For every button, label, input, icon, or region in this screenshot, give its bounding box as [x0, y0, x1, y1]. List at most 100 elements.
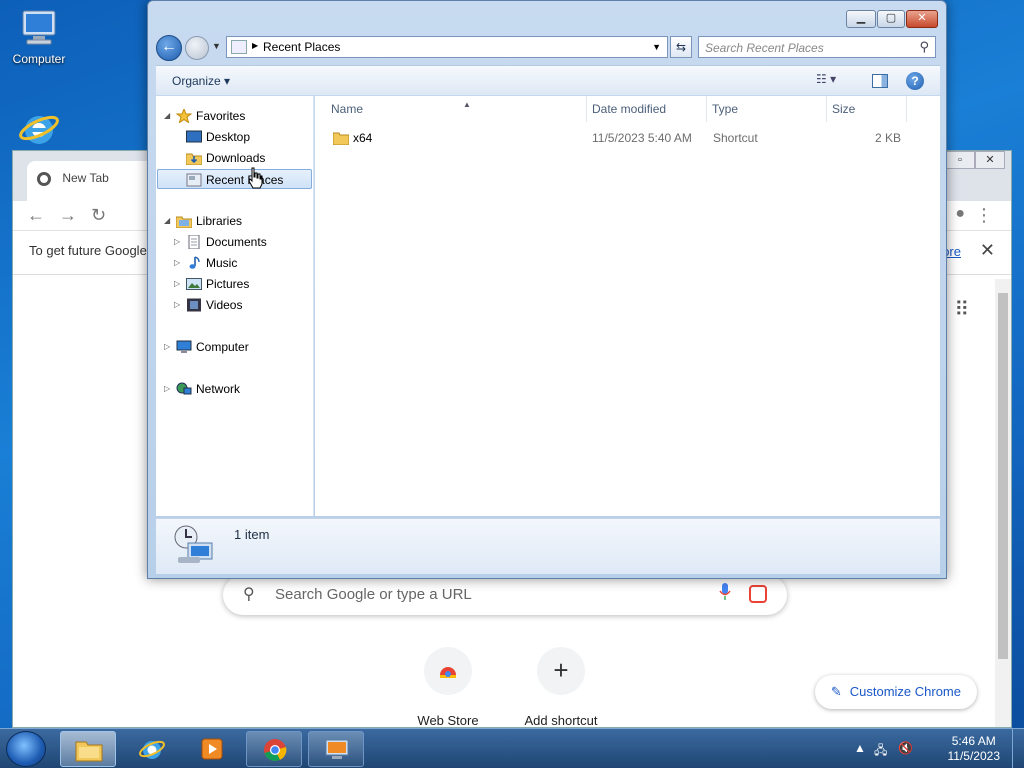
expand-icon[interactable]: ▷	[174, 274, 184, 294]
infobar-text: To get future Google	[29, 243, 147, 258]
organize-menu-button[interactable]: Organize ▾	[172, 74, 230, 88]
expand-icon[interactable]: ▷	[174, 295, 184, 315]
forward-button[interactable]	[185, 36, 209, 60]
help-button[interactable]: ?	[906, 72, 924, 90]
media-player-icon	[198, 737, 226, 761]
nav-libraries[interactable]: ◢ Libraries	[164, 211, 304, 231]
hand-cursor-icon	[247, 167, 263, 189]
nav-music[interactable]: ▷ Music	[174, 253, 304, 273]
start-button[interactable]	[6, 731, 46, 767]
file-size: 2 KB	[875, 131, 902, 145]
network-status-icon[interactable]: 🖧	[874, 741, 887, 762]
shortcut-web-store[interactable]: Web Store	[398, 647, 498, 728]
documents-icon	[186, 234, 202, 250]
navigation-pane: ◢ Favorites Desktop Downloads Recent Pla…	[156, 96, 314, 516]
voice-search-icon[interactable]	[719, 583, 731, 601]
desktop-icon-computer[interactable]: Computer	[0, 8, 78, 66]
google-apps-icon[interactable]: ⠿	[954, 297, 969, 322]
nav-label: Music	[206, 256, 238, 270]
chrome-window-controls: ▫ ✕	[945, 151, 1005, 169]
desktop-icon	[186, 130, 202, 144]
chrome-forward-icon[interactable]: →	[59, 205, 77, 226]
desktop-icon-internet-explorer[interactable]	[0, 108, 78, 152]
nav-downloads[interactable]: Downloads	[174, 148, 304, 168]
address-bar[interactable]: ▶ Recent Places ▼	[226, 36, 668, 58]
address-dropdown-icon[interactable]: ▼	[652, 42, 661, 52]
chrome-scrollbar[interactable]	[995, 279, 1011, 727]
nav-pictures[interactable]: ▷ Pictures	[174, 274, 304, 294]
shortcut-label: Web Store	[417, 713, 479, 728]
nav-label: Documents	[206, 235, 267, 249]
folder-icon	[75, 738, 103, 762]
nav-videos[interactable]: ▷ Videos	[174, 295, 304, 315]
expand-icon[interactable]: ▷	[164, 379, 174, 399]
infobar-close-icon[interactable]: ✕	[980, 240, 995, 261]
expand-icon[interactable]: ▷	[174, 232, 184, 252]
close-button[interactable]: ✕	[906, 10, 938, 28]
minimize-button[interactable]: ▁	[846, 10, 876, 28]
collapse-icon[interactable]: ◢	[164, 106, 174, 126]
volume-muted-icon[interactable]: 🔇	[898, 741, 913, 755]
column-header-name[interactable]: Name ▲	[325, 96, 587, 122]
collapse-icon[interactable]: ◢	[164, 211, 174, 231]
maximize-button[interactable]: ▢	[877, 10, 905, 28]
breadcrumb-chevron-icon[interactable]: ▶	[252, 41, 258, 50]
nav-computer[interactable]: ▷ Computer	[164, 337, 304, 357]
column-header-size[interactable]: Size	[826, 96, 907, 122]
chrome-back-icon[interactable]: ←	[27, 205, 45, 226]
show-hidden-icons-icon[interactable]: ▲	[854, 741, 866, 755]
search-placeholder: Search Google or type a URL	[275, 586, 472, 603]
clock-time: 5:46 AM	[951, 734, 996, 748]
folder-shortcut-icon	[332, 131, 350, 151]
search-icon: ⚲	[919, 39, 929, 54]
star-icon	[175, 107, 193, 124]
taskbar-ie-button[interactable]	[124, 731, 180, 767]
shortcut-add[interactable]: + Add shortcut	[511, 647, 611, 728]
chrome-reload-icon[interactable]: ↻	[91, 205, 106, 226]
desktop-icon-label: Computer	[12, 52, 66, 66]
nav-label: Pictures	[206, 277, 250, 291]
command-bar: Organize ▾ ☷ ▾ ?	[156, 65, 940, 95]
address-path[interactable]: Recent Places	[263, 40, 340, 54]
taskbar-media-player-button[interactable]	[184, 731, 240, 767]
refresh-button[interactable]: ⇆	[670, 36, 692, 58]
explorer-search-placeholder: Search Recent Places	[705, 41, 824, 55]
explorer-window[interactable]: ▁ ▢ ✕ ← ▼ ▶ Recent Places ▼ ⇆ Search Recen…	[147, 0, 947, 579]
back-button[interactable]: ←	[156, 35, 182, 61]
chrome-close-button[interactable]: ✕	[975, 151, 1005, 169]
column-header-date-modified[interactable]: Date modified	[586, 96, 707, 122]
nav-favorites[interactable]: ◢ Favorites	[164, 106, 304, 126]
expand-icon[interactable]: ▷	[174, 253, 184, 273]
chrome-search-input[interactable]: ⚲ Search Google or type a URL	[223, 575, 787, 615]
chrome-profile-icon[interactable]: ●	[955, 205, 965, 223]
clock[interactable]: 5:46 AM 11/5/2023	[948, 734, 1001, 764]
nav-desktop[interactable]: Desktop	[174, 127, 304, 147]
change-view-button[interactable]: ☷ ▾	[816, 72, 836, 86]
lens-search-icon[interactable]	[749, 585, 767, 603]
scrollbar-thumb[interactable]	[998, 293, 1008, 659]
nav-recent-places[interactable]: Recent Places	[157, 169, 312, 189]
show-desktop-button[interactable]	[1012, 729, 1024, 768]
recent-pages-dropdown[interactable]: ▼	[212, 41, 221, 51]
nav-documents[interactable]: ▷ Documents	[174, 232, 304, 252]
taskbar-explorer-button[interactable]	[60, 731, 116, 767]
clock-date: 11/5/2023	[947, 749, 1001, 763]
nav-label: Libraries	[196, 214, 243, 228]
file-row[interactable]: x64 11/5/2023 5:40 AM Shortcut 2 KB	[315, 128, 935, 148]
chrome-maximize-button[interactable]: ▫	[945, 151, 975, 169]
column-label: Date modified	[592, 102, 667, 116]
file-list[interactable]: Name ▲ Date modified Type Size x64 11/5/…	[315, 96, 940, 516]
column-header-type[interactable]: Type	[706, 96, 827, 122]
column-label: Type	[712, 102, 739, 116]
taskbar-recent-places-button[interactable]	[308, 731, 364, 767]
downloads-folder-icon	[185, 151, 203, 166]
chrome-menu-icon[interactable]: ⋮	[975, 205, 993, 226]
nav-network[interactable]: ▷ Network	[164, 379, 304, 399]
expand-icon[interactable]: ▷	[164, 337, 174, 357]
nav-label: Recent Places	[206, 173, 284, 187]
preview-pane-button[interactable]	[872, 74, 888, 88]
customize-chrome-button[interactable]: ✎ Customize Chrome	[814, 675, 977, 709]
explorer-search-input[interactable]: Search Recent Places ⚲	[698, 36, 936, 58]
computer-icon	[17, 8, 61, 48]
taskbar-chrome-button[interactable]	[246, 731, 302, 767]
